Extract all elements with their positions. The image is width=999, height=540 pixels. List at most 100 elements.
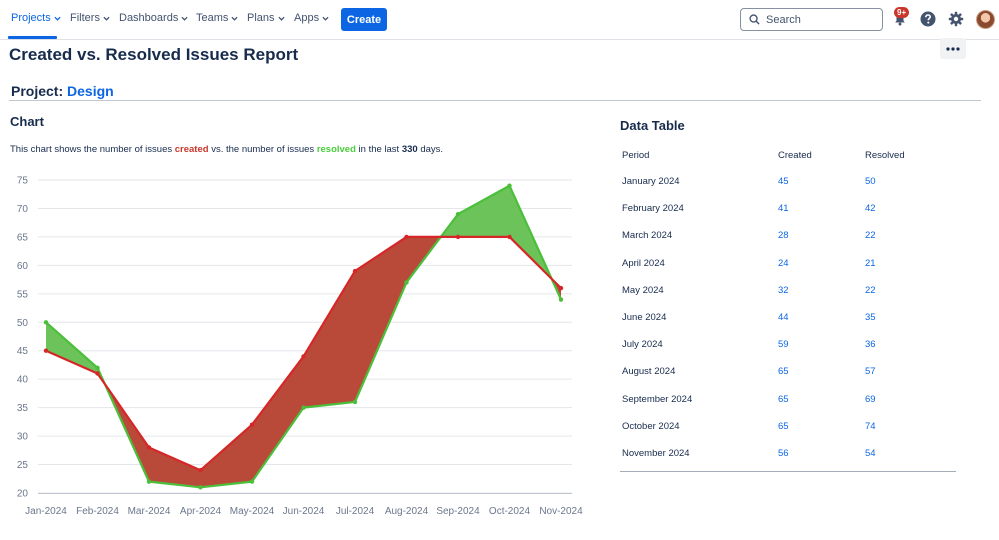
cell-period: May 2024 [622,284,664,296]
gear-icon [948,11,964,27]
cell-resolved[interactable]: 74 [865,413,956,440]
cell-resolved[interactable]: 22 [865,222,956,249]
nav-filters[interactable]: Filters [70,12,110,24]
more-actions-button[interactable] [940,38,966,59]
cell-created[interactable]: 32 [778,277,865,304]
project-link[interactable]: Design [67,83,114,99]
table-row: June 2024 44 35 [620,304,956,331]
y-tick-label: 40 [17,375,29,386]
cell-period: September 2024 [622,393,693,405]
chevron-down-icon [103,16,110,21]
cell-created[interactable]: 44 [778,304,865,331]
cell-resolved[interactable]: 21 [865,250,956,277]
created-point [352,268,358,274]
cell-resolved[interactable]: 22 [865,277,956,304]
cell-created[interactable]: 24 [778,250,865,277]
chevron-down-icon [322,16,329,21]
divider [9,100,981,101]
y-tick-label: 60 [17,261,29,272]
created-area [355,236,407,402]
nav-apps[interactable]: Apps [294,12,329,24]
y-tick-label: 20 [17,489,29,500]
table-row: November 2024 56 54 [620,440,956,467]
desc-text-2: vs. the number of issues [208,144,317,155]
desc-text-1: This chart shows the number of issues [10,144,175,155]
resolved-point [43,320,49,325]
help-button[interactable] [919,10,937,28]
y-tick-label: 55 [17,289,29,300]
cell-resolved[interactable]: 54 [865,440,956,467]
nav-dashboards[interactable]: Dashboards [119,12,188,24]
cell-resolved[interactable]: 35 [865,304,956,331]
nav-filters-label: Filters [70,12,100,24]
created-point [404,234,409,240]
created-area [303,271,355,408]
created-vs-resolved-chart: 20 25 30 35 40 45 50 55 60 65 70 75 Jan-2024 Feb-2024… [17,176,583,518]
nav-teams-label: Teams [196,12,229,24]
cell-created[interactable]: 65 [778,386,865,413]
x-tick-label: May-2024 [230,506,275,517]
user-avatar[interactable] [976,10,995,29]
cell-created[interactable]: 41 [778,195,865,222]
x-tick-label: Oct-2024 [489,506,531,517]
cell-period: October 2024 [622,420,680,432]
table-row: October 2024 65 74 [620,413,956,440]
x-tick-label: Mar-2024 [128,506,171,517]
cell-period: August 2024 [622,366,676,378]
created-point [146,445,152,450]
cell-resolved[interactable]: 36 [865,331,956,358]
cell-created[interactable]: 28 [778,222,865,249]
page-title: Created vs. Resolved Issues Report [9,45,299,64]
chevron-down-icon [277,16,285,21]
created-point [301,354,306,359]
y-tick-label: 30 [17,432,29,443]
cell-created[interactable]: 65 [778,413,865,440]
created-point [95,371,100,376]
table-row: January 2024 45 50 [620,168,956,195]
create-button[interactable]: Create [341,8,387,31]
active-nav-indicator [8,36,57,39]
cell-period: April 2024 [622,257,665,269]
chevron-down-icon [54,16,61,21]
created-point [249,422,255,427]
cell-created[interactable]: 56 [778,440,865,467]
nav-dashboards-label: Dashboards [119,12,179,24]
created-point [455,234,461,240]
resolved-point [301,405,306,410]
search-field[interactable] [740,8,883,31]
search-icon [749,14,760,25]
cell-resolved[interactable]: 42 [865,195,956,222]
chevron-down-icon [231,16,238,21]
project-line: Project: Design [11,83,114,99]
x-tick-label: Apr-2024 [180,506,222,517]
nav-projects[interactable]: Projects [11,12,61,24]
created-area [200,424,252,488]
created-point [43,348,49,353]
cell-resolved[interactable]: 50 [865,168,956,195]
resolved-point [249,479,255,484]
nav-apps-label: Apps [294,12,320,24]
table-row: February 2024 41 42 [620,195,956,222]
table-bottom-border [620,471,956,472]
header-created: Created [778,150,812,161]
cell-resolved[interactable]: 57 [865,358,956,385]
cell-created[interactable]: 65 [778,358,865,385]
search-input[interactable] [766,13,876,26]
desc-created: created [174,144,209,155]
chevron-down-icon [181,16,188,21]
x-tick-label: Nov-2024 [539,506,583,517]
y-tick-label: 50 [17,318,29,329]
cell-resolved[interactable]: 69 [865,386,956,413]
cell-period: June 2024 [622,312,667,324]
project-label: Project: [11,83,64,99]
nav-teams[interactable]: Teams [196,12,238,24]
y-tick-label: 70 [17,204,29,215]
settings-button[interactable] [947,10,965,28]
cell-created[interactable]: 59 [778,331,865,358]
resolved-point [198,485,203,490]
x-tick-label: Sep-2024 [436,506,480,517]
created-point [198,468,203,473]
cell-created[interactable]: 45 [778,168,865,195]
nav-plans[interactable]: Plans [247,12,285,24]
header-resolved: Resolved [865,150,905,161]
